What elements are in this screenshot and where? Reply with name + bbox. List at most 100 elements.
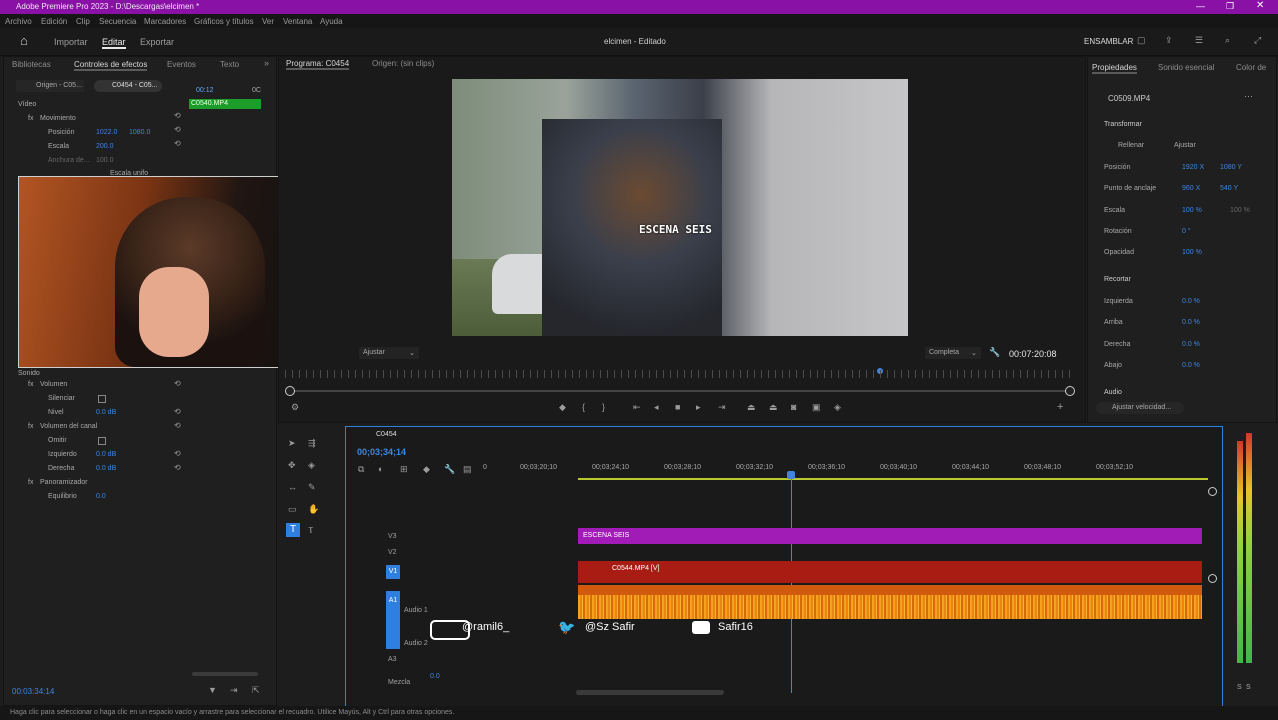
expand-icon[interactable]: ⤢ xyxy=(1254,35,1261,46)
title-clip[interactable]: ESCENA SEIS xyxy=(578,528,1202,544)
balance-value[interactable]: 0.0 xyxy=(96,493,106,500)
a1-label[interactable]: A1 xyxy=(386,591,400,649)
motion-label[interactable]: Movimiento xyxy=(40,115,76,122)
position-y[interactable]: 1080.0 xyxy=(129,129,150,136)
pos-x[interactable]: 1920 X xyxy=(1182,164,1204,171)
right-channel-value[interactable]: 0.0 dB xyxy=(96,465,116,472)
channel-volume-label[interactable]: Volumen del canal xyxy=(40,423,97,430)
menu-ayuda[interactable]: Ayuda xyxy=(320,17,343,26)
menu-ver[interactable]: Ver xyxy=(262,17,274,26)
selection-tool-icon[interactable]: ➤ xyxy=(288,438,296,449)
lift-icon[interactable]: ⏏ xyxy=(747,402,756,413)
share-icon[interactable]: ⇪ xyxy=(1165,35,1173,46)
vertical-scroll-bottom[interactable] xyxy=(1208,574,1217,583)
tab-controles-efectos[interactable]: Controles de efectos xyxy=(74,60,148,71)
scale-value[interactable]: 200.0 xyxy=(96,143,114,150)
step-back-icon[interactable]: ◂ xyxy=(654,402,659,413)
work-area-bar[interactable] xyxy=(578,478,1208,480)
vertical-type-icon[interactable]: Ⲧ xyxy=(308,525,314,536)
crop-left-value[interactable]: 0.0 % xyxy=(1182,298,1200,305)
chevron-right-icon[interactable]: » xyxy=(264,58,269,68)
crop-header[interactable]: Recortar xyxy=(1104,276,1131,283)
slip-tool-icon[interactable]: ↔ xyxy=(288,482,297,492)
settings-icon[interactable]: ⚙ xyxy=(291,402,299,413)
fit-dropdown[interactable]: Ajustar ⌄ xyxy=(359,347,419,359)
extract-icon[interactable]: ⏏ xyxy=(769,402,778,413)
filter-icon[interactable]: ▼ xyxy=(208,685,217,695)
camera-icon[interactable]: ◙ xyxy=(791,402,796,412)
tab-editar[interactable]: Editar xyxy=(102,37,126,49)
wrench-icon-2[interactable]: 🔧 xyxy=(444,464,455,475)
v2-label[interactable]: V2 xyxy=(388,549,397,556)
audio-header[interactable]: Audio xyxy=(1104,389,1122,396)
timeline-scrollbar[interactable] xyxy=(576,690,724,695)
source-a-dropdown[interactable]: Origen - C05... xyxy=(16,80,84,92)
pos-y[interactable]: 1080 Y xyxy=(1220,164,1242,171)
mix-value[interactable]: 0.0 xyxy=(430,673,440,680)
menu-secuencia[interactable]: Secuencia xyxy=(99,17,136,26)
home-icon[interactable]: ⌂ xyxy=(20,33,28,48)
hand-icon[interactable]: ✋ xyxy=(308,504,319,515)
fx-motion[interactable]: fx xyxy=(28,115,33,122)
reset-icon-3[interactable]: ⟲ xyxy=(174,139,181,148)
menu-archivo[interactable]: Archivo xyxy=(5,17,32,26)
v3-label[interactable]: V3 xyxy=(388,533,397,540)
menu-edicion[interactable]: Edición xyxy=(41,17,67,26)
zoom-scrollbar[interactable] xyxy=(192,672,258,676)
scrub-start-handle[interactable] xyxy=(285,386,295,396)
opacity-value[interactable]: 100 % xyxy=(1182,249,1202,256)
razor-icon[interactable]: ◈ xyxy=(308,460,315,471)
tab-propiedades[interactable]: Propiedades xyxy=(1092,63,1137,74)
position-x[interactable]: 1022.0 xyxy=(96,129,117,136)
linked-icon[interactable]: ⊞ xyxy=(400,464,408,475)
a3-label[interactable]: A3 xyxy=(388,656,397,663)
tab-source[interactable]: Origen: (sin clips) xyxy=(372,59,434,68)
menu-marcadores[interactable]: Marcadores xyxy=(144,17,186,26)
go-to-out-icon[interactable]: ⇥ xyxy=(718,402,726,413)
scale-value[interactable]: 100 % xyxy=(1182,207,1202,214)
rotation-value[interactable]: 0 ° xyxy=(1182,228,1191,235)
maximize-icon[interactable]: ❐ xyxy=(1226,1,1234,12)
vertical-scroll-top[interactable] xyxy=(1208,487,1217,496)
crop-top-value[interactable]: 0.0 % xyxy=(1182,319,1200,326)
meter-solo-left[interactable]: S xyxy=(1237,684,1242,691)
scrub-bar[interactable] xyxy=(289,390,1069,392)
transform-header[interactable]: Transformar xyxy=(1104,121,1142,128)
more-icon[interactable]: ⋯ xyxy=(1244,91,1253,102)
tab-importar[interactable]: Importar xyxy=(54,37,88,47)
level-value[interactable]: 0.0 dB xyxy=(96,409,116,416)
meter-solo-right[interactable]: S xyxy=(1246,684,1251,691)
panner-label[interactable]: Panoramizador xyxy=(40,479,87,486)
menu-clip[interactable]: Clip xyxy=(76,17,90,26)
add-marker-icon[interactable]: ◆ xyxy=(423,464,430,475)
tab-exportar[interactable]: Exportar xyxy=(140,37,174,47)
export-icon[interactable]: ⇱ xyxy=(252,685,260,696)
type-tool-icon[interactable]: T xyxy=(286,523,300,537)
crop-bottom-value[interactable]: 0.0 % xyxy=(1182,362,1200,369)
reset-volume-icon[interactable]: ⟲ xyxy=(174,379,181,388)
captions-icon[interactable]: ▤ xyxy=(463,464,472,475)
quality-dropdown[interactable]: Completa ⌄ xyxy=(925,347,981,359)
fx-volume[interactable]: fx xyxy=(28,381,33,388)
bypass-checkbox[interactable] xyxy=(98,395,106,403)
tab-eventos[interactable]: Eventos xyxy=(167,60,196,69)
reset-right-icon[interactable]: ⟲ xyxy=(174,463,181,472)
left-channel-value[interactable]: 0.0 dB xyxy=(96,451,116,458)
workspace-ensamblar[interactable]: ENSAMBLAR xyxy=(1084,37,1133,46)
mini-clip[interactable]: C0540.MP4 xyxy=(189,99,261,109)
anchor-y[interactable]: 540 Y xyxy=(1220,185,1238,192)
tab-bibliotecas[interactable]: Bibliotecas xyxy=(12,60,51,69)
crop-right-value[interactable]: 0.0 % xyxy=(1182,341,1200,348)
reset-icon[interactable]: ⟲ xyxy=(174,111,181,120)
tab-color[interactable]: Color de xyxy=(1236,63,1266,72)
vr-icon[interactable]: ◈ xyxy=(834,402,841,413)
compare-icon[interactable]: ▣ xyxy=(812,402,821,413)
mark-out-icon[interactable]: } xyxy=(602,402,605,412)
snap-icon[interactable]: ◐ xyxy=(378,464,383,474)
tab-program[interactable]: Programa: C0454 xyxy=(286,59,350,70)
playhead-handle[interactable] xyxy=(787,471,795,479)
nest-icon[interactable]: ⧉ xyxy=(358,464,364,475)
step-forward-icon[interactable]: ▸ xyxy=(696,402,701,413)
sequence-tab[interactable]: C0454 xyxy=(376,431,397,438)
tab-texto[interactable]: Texto xyxy=(220,60,239,69)
